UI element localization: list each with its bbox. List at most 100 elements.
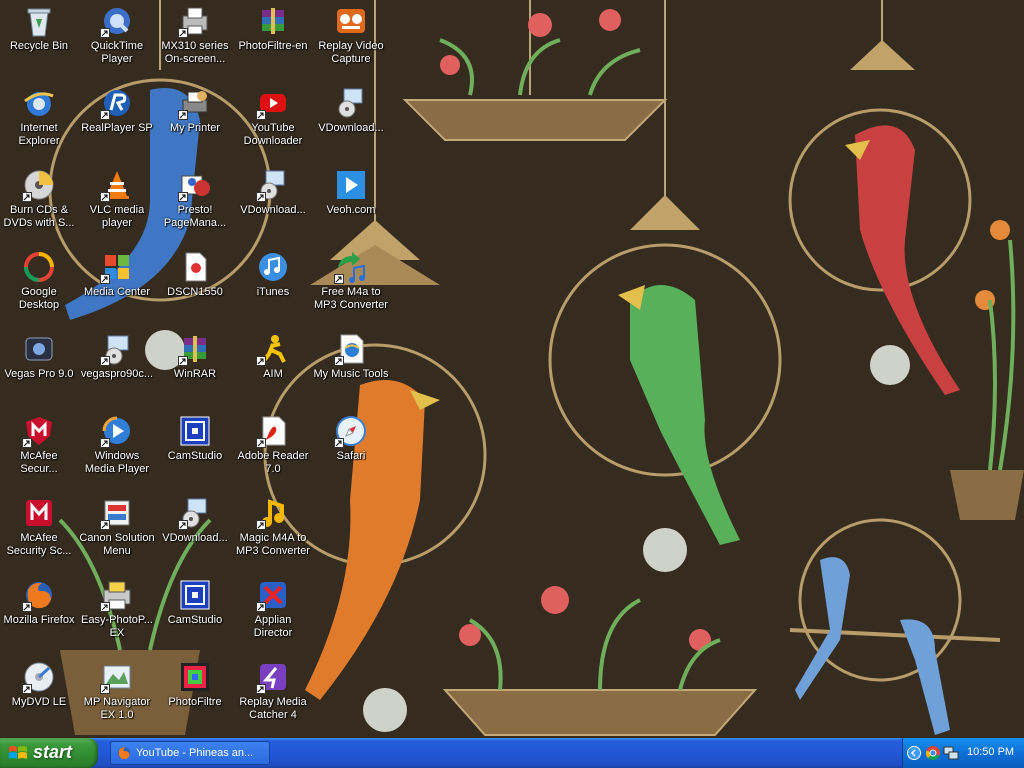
aim[interactable]: AIM bbox=[234, 330, 312, 410]
free-m4a-converter-icon bbox=[334, 250, 368, 284]
icon-label: QuickTime Player bbox=[90, 40, 144, 65]
camstudio-1[interactable]: CamStudio bbox=[156, 412, 234, 492]
taskbar-button-firefox[interactable]: YouTube - Phineas an... bbox=[110, 741, 270, 765]
shortcut-arrow-icon bbox=[178, 356, 188, 366]
itunes[interactable]: iTunes bbox=[234, 248, 312, 328]
my-music-tools[interactable]: My Music Tools bbox=[312, 330, 390, 410]
recycle-bin[interactable]: Recycle Bin bbox=[0, 2, 78, 82]
applian-director[interactable]: Applian Director bbox=[234, 576, 312, 656]
icon-label: My Printer bbox=[169, 122, 221, 134]
shortcut-arrow-icon bbox=[100, 192, 110, 202]
shortcut-arrow-icon bbox=[100, 110, 110, 120]
winrar-icon bbox=[178, 332, 212, 366]
vdownload-2[interactable]: VDownload... bbox=[234, 166, 312, 246]
vegas-pro[interactable]: Vegas Pro 9.0 bbox=[0, 330, 78, 410]
google-desktop[interactable]: Google Desktop bbox=[0, 248, 78, 328]
shortcut-arrow-icon bbox=[22, 192, 32, 202]
internet-explorer[interactable]: Internet Explorer bbox=[0, 84, 78, 164]
mcafee-scan-icon bbox=[22, 496, 56, 530]
quicktime-player[interactable]: QuickTime Player bbox=[78, 2, 156, 82]
adobe-reader[interactable]: Adobe Reader 7.0 bbox=[234, 412, 312, 492]
shortcut-arrow-icon bbox=[100, 602, 110, 612]
desktop[interactable]: Recycle Bin Internet Explorer Burn CDs &… bbox=[0, 0, 1024, 738]
icon-label: Canon Solution Menu bbox=[79, 532, 155, 557]
printer-manual-icon bbox=[178, 4, 212, 38]
icon-label: PhotoFiltre bbox=[168, 696, 222, 708]
shortcut-arrow-icon bbox=[178, 28, 188, 38]
windows-media-player[interactable]: Windows Media Player bbox=[78, 412, 156, 492]
quicktime-icon bbox=[100, 4, 134, 38]
shortcut-arrow-icon bbox=[256, 356, 266, 366]
vdownload-1[interactable]: VDownload... bbox=[156, 494, 234, 574]
icon-label: Free M4a to MP3 Converter bbox=[314, 286, 388, 311]
realplayer-sp[interactable]: RealPlayer SP bbox=[78, 84, 156, 164]
icon-label: Internet Explorer bbox=[18, 122, 60, 147]
replay-media-catcher[interactable]: Replay Media Catcher 4 bbox=[234, 658, 312, 738]
network-icon[interactable] bbox=[943, 745, 959, 761]
icon-label: Magic M4A to MP3 Converter bbox=[236, 532, 310, 557]
image-file-icon bbox=[178, 250, 212, 284]
shortcut-arrow-icon bbox=[22, 602, 32, 612]
mcafee-security-center[interactable]: McAfee Secur... bbox=[0, 412, 78, 492]
magic-m4a-to-mp3-converter[interactable]: Magic M4A to MP3 Converter bbox=[234, 494, 312, 574]
media-center[interactable]: Media Center bbox=[78, 248, 156, 328]
winrar[interactable]: WinRAR bbox=[156, 330, 234, 410]
photofiltre-en-archive[interactable]: PhotoFiltre-en bbox=[234, 2, 312, 82]
mx310-onscreen-manual[interactable]: MX310 series On-screen... bbox=[156, 2, 234, 82]
windows-media-player-icon bbox=[100, 414, 134, 448]
camstudio-2[interactable]: CamStudio bbox=[156, 576, 234, 656]
show-hidden-icons-icon[interactable] bbox=[907, 746, 921, 760]
my-printer[interactable]: My Printer bbox=[156, 84, 234, 164]
icon-label: MX310 series On-screen... bbox=[161, 40, 229, 65]
vlc-media-player[interactable]: VLC media player bbox=[78, 166, 156, 246]
camstudio-icon bbox=[178, 414, 212, 448]
aim-icon bbox=[256, 332, 290, 366]
youtube-downloader[interactable]: YouTube Downloader bbox=[234, 84, 312, 164]
canon-solution-menu[interactable]: Canon Solution Menu bbox=[78, 494, 156, 574]
chrome-icon[interactable] bbox=[925, 745, 941, 761]
icon-label: McAfee Secur... bbox=[20, 450, 58, 475]
mozilla-firefox[interactable]: Mozilla Firefox bbox=[0, 576, 78, 656]
icon-label: DSCN1550 bbox=[167, 286, 223, 298]
icon-label: vegaspro90c... bbox=[80, 368, 154, 380]
replay-video-capture-icon bbox=[334, 4, 368, 38]
vegaspro90c-installer[interactable]: vegaspro90c... bbox=[78, 330, 156, 410]
veoh-icon bbox=[334, 168, 368, 202]
vdownload-3[interactable]: VDownload... bbox=[312, 84, 390, 164]
start-button[interactable]: start bbox=[0, 738, 98, 768]
shortcut-arrow-icon bbox=[100, 356, 110, 366]
clock[interactable]: 10:50 PM bbox=[967, 746, 1014, 758]
icon-label: YouTube Downloader bbox=[243, 122, 303, 147]
replay-video-capture[interactable]: Replay Video Capture bbox=[312, 2, 390, 82]
shortcut-arrow-icon bbox=[256, 110, 266, 120]
icon-label: Media Center bbox=[83, 286, 151, 298]
safari-icon bbox=[334, 414, 368, 448]
taskbar: start YouTube - Phineas an... 10:50 PM bbox=[0, 738, 1024, 768]
itunes-icon bbox=[256, 250, 290, 284]
easy-photoprint-icon bbox=[100, 578, 134, 612]
safari[interactable]: Safari bbox=[312, 412, 390, 492]
dscn1550-file[interactable]: DSCN1550 bbox=[156, 248, 234, 328]
icon-label: RealPlayer SP bbox=[81, 122, 153, 134]
mp-navigator-ex[interactable]: MP Navigator EX 1.0 bbox=[78, 658, 156, 738]
icon-label: Presto! PageMana... bbox=[163, 204, 227, 229]
my-printer-icon bbox=[178, 86, 212, 120]
icon-label: PhotoFiltre-en bbox=[238, 40, 308, 52]
vegas-pro-icon bbox=[22, 332, 56, 366]
easy-photoprint-ex[interactable]: Easy-PhotoP... EX bbox=[78, 576, 156, 656]
veoh[interactable]: Veoh.com bbox=[312, 166, 390, 246]
shortcut-arrow-icon bbox=[178, 520, 188, 530]
replay-media-catcher-icon bbox=[256, 660, 290, 694]
icon-label: iTunes bbox=[256, 286, 290, 298]
photofiltre[interactable]: PhotoFiltre bbox=[156, 658, 234, 738]
firefox-icon bbox=[22, 578, 56, 612]
shortcut-arrow-icon bbox=[100, 274, 110, 284]
icon-label: MP Navigator EX 1.0 bbox=[83, 696, 151, 721]
mcafee-security-scan[interactable]: McAfee Security Sc... bbox=[0, 494, 78, 574]
windows-flag-icon bbox=[9, 746, 27, 759]
icon-label: Applian Director bbox=[253, 614, 293, 639]
free-m4a-to-mp3-converter[interactable]: Free M4a to MP3 Converter bbox=[312, 248, 390, 328]
burn-cds-dvds[interactable]: Burn CDs & DVDs with S... bbox=[0, 166, 78, 246]
presto-pagemanager[interactable]: Presto! PageMana... bbox=[156, 166, 234, 246]
mydvd-le[interactable]: MyDVD LE bbox=[0, 658, 78, 738]
